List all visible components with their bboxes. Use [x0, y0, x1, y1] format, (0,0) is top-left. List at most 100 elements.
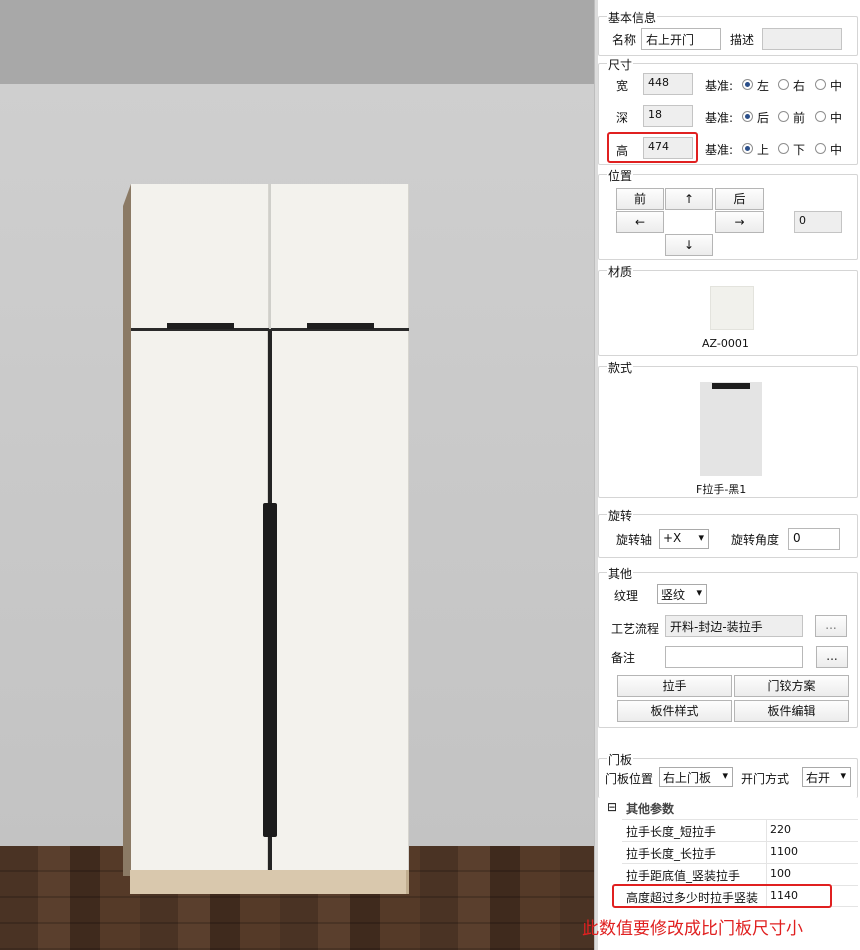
note-more-button[interactable]: ...: [816, 646, 848, 668]
depth-base-option-back: 后: [757, 111, 770, 125]
door-position-select[interactable]: 右上门板: [659, 767, 733, 787]
material-title: 材质: [607, 263, 634, 280]
rotation-axis-label: 旋转轴: [616, 533, 653, 547]
param-value[interactable]: 100: [770, 867, 791, 880]
param-key: 拉手长度_短拉手: [626, 825, 717, 839]
panel-edit-button[interactable]: 板件编辑: [734, 700, 849, 722]
other-params-title: 其他参数: [626, 802, 675, 816]
process-more-button[interactable]: ...: [815, 615, 847, 637]
process-label: 工艺流程: [611, 622, 660, 636]
move-back-button[interactable]: 后: [715, 188, 764, 210]
panel-style-button[interactable]: 板件样式: [617, 700, 732, 722]
height-base-label: 基准:: [705, 143, 734, 157]
door-title: 门板: [607, 751, 634, 768]
door-lower-right[interactable]: [272, 331, 409, 870]
param-row[interactable]: 拉手长度_长拉手 1100: [622, 841, 858, 863]
basic-info-group: 基本信息 名称 右上开门 描述: [598, 9, 858, 56]
style-preview[interactable]: [700, 382, 762, 476]
height-base-option-center: 中: [830, 143, 843, 157]
long-handle-vertical[interactable]: [263, 503, 277, 837]
height-base-option-top: 上: [757, 143, 770, 157]
hinge-scheme-button[interactable]: 门铰方案: [734, 675, 849, 697]
short-handle-right[interactable]: [307, 323, 374, 329]
depth-base-option-front: 前: [793, 111, 806, 125]
upper-door-gap: [269, 184, 271, 329]
width-base-option-right: 右: [793, 79, 806, 93]
size-group: 尺寸 宽 448 基准: 左 右 中 深 18 基准: 后 前 中 高 474 …: [598, 56, 858, 165]
rotation-angle-label: 旋转角度: [731, 533, 780, 547]
door-upper-left[interactable]: [131, 184, 269, 329]
param-value[interactable]: 1100: [770, 845, 798, 858]
rotation-axis-select[interactable]: +X: [659, 529, 709, 549]
param-separator: [766, 842, 767, 863]
rotation-angle-input[interactable]: 0: [788, 528, 840, 550]
annotation-text: 此数值要修改成比门板尺寸小: [582, 919, 803, 939]
width-input[interactable]: 448: [643, 73, 693, 95]
basic-info-title: 基本信息: [607, 9, 658, 26]
move-left-button[interactable]: ←: [616, 211, 664, 233]
process-input[interactable]: 开料-封边-装拉手: [665, 615, 803, 637]
style-name: F拉手-黑1: [696, 483, 747, 496]
width-label: 宽: [616, 79, 629, 93]
style-group: 款式 F拉手-黑1: [598, 359, 858, 498]
height-base-option-bottom: 下: [793, 143, 806, 157]
height-input[interactable]: 474: [643, 137, 693, 159]
depth-base-label: 基准:: [705, 111, 734, 125]
param-value[interactable]: 220: [770, 823, 791, 836]
handle-button[interactable]: 拉手: [617, 675, 732, 697]
param-separator: [766, 864, 767, 885]
param-row[interactable]: 拉手长度_短拉手 220: [622, 819, 858, 841]
move-right-button[interactable]: →: [715, 211, 764, 233]
depth-base-radio-center[interactable]: [815, 111, 826, 122]
material-swatch[interactable]: [710, 286, 754, 330]
width-base-label: 基准:: [705, 79, 734, 93]
param-highlight-box: [612, 884, 832, 908]
height-base-radio-bottom[interactable]: [778, 143, 789, 154]
collapse-toggle-icon[interactable]: ⊟: [607, 800, 617, 814]
depth-base-radio-front[interactable]: [778, 111, 789, 122]
height-label: 高: [616, 144, 629, 158]
other-group: 其他 纹理 竖纹 工艺流程 开料-封边-装拉手 ... 备注 ... 拉手 门铰…: [598, 565, 858, 728]
depth-base-radio-back[interactable]: [742, 111, 753, 122]
other-title: 其他: [607, 565, 634, 582]
width-base-option-left: 左: [757, 79, 770, 93]
cabinet-side-panel: [123, 184, 131, 876]
cabinet-plinth-edge: [406, 870, 409, 894]
door-lower-left[interactable]: [131, 331, 268, 870]
3d-viewport[interactable]: [0, 0, 594, 950]
door-upper-right[interactable]: [271, 184, 409, 329]
note-input[interactable]: [665, 646, 803, 668]
param-row[interactable]: 拉手距底值_竖装拉手 100: [622, 863, 858, 885]
texture-select[interactable]: 竖纹: [657, 584, 707, 604]
rotation-title: 旋转: [607, 507, 634, 524]
width-base-radio-center[interactable]: [815, 79, 826, 90]
height-base-radio-top[interactable]: [742, 143, 753, 154]
cabinet-plinth: [130, 870, 406, 894]
position-offset-input[interactable]: 0: [794, 211, 842, 233]
open-method-select[interactable]: 右开: [802, 767, 851, 787]
property-panel: 基本信息 名称 右上开门 描述 尺寸 宽 448 基准: 左 右 中 深 18 …: [582, 0, 860, 950]
description-input[interactable]: [762, 28, 842, 50]
param-key: 拉手距底值_竖装拉手: [626, 869, 741, 883]
height-base-radio-center[interactable]: [815, 143, 826, 154]
short-handle-left[interactable]: [167, 323, 234, 329]
size-title: 尺寸: [607, 56, 634, 73]
open-method-label: 开门方式: [741, 772, 790, 786]
name-input[interactable]: 右上开门: [641, 28, 721, 50]
move-up-button[interactable]: ↑: [665, 188, 713, 210]
position-group: 位置 前 ↑ 后 ← → ↓ 0: [598, 167, 858, 260]
note-label: 备注: [611, 651, 636, 665]
width-base-option-center: 中: [830, 79, 843, 93]
move-front-button[interactable]: 前: [616, 188, 664, 210]
description-label: 描述: [730, 33, 755, 47]
move-down-button[interactable]: ↓: [665, 234, 713, 256]
depth-input[interactable]: 18: [643, 105, 693, 127]
texture-label: 纹理: [614, 589, 639, 603]
width-base-radio-right[interactable]: [778, 79, 789, 90]
position-title: 位置: [607, 167, 634, 184]
width-base-radio-left[interactable]: [742, 79, 753, 90]
door-group: 门板 门板位置 右上门板 开门方式 右开: [598, 751, 858, 798]
material-code: AZ-0001: [702, 337, 749, 350]
material-group: 材质 AZ-0001: [598, 263, 858, 356]
style-title: 款式: [607, 359, 634, 376]
